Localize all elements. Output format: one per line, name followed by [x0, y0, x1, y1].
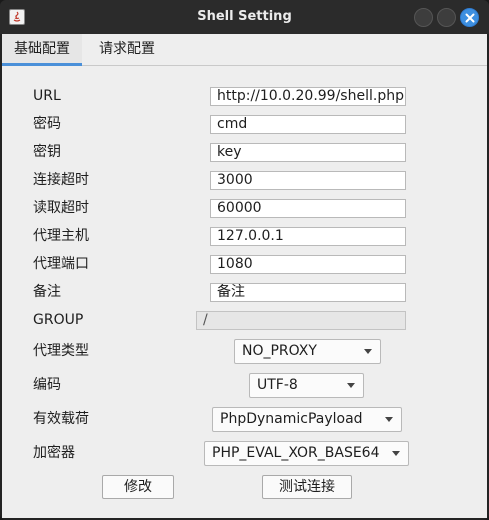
group-label: GROUP — [33, 312, 84, 328]
encoding-dropdown[interactable]: UTF-8 — [249, 373, 364, 398]
minimize-button[interactable] — [414, 8, 433, 27]
payload-dropdown[interactable]: PhpDynamicPayload — [212, 407, 402, 432]
read-timeout-label: 读取超时 — [33, 200, 89, 216]
proxy-type-value: NO_PROXY — [242, 343, 317, 359]
connect-timeout-label: 连接超时 — [33, 172, 89, 188]
password-field[interactable]: cmd — [210, 115, 406, 134]
test-connection-button[interactable]: 测试连接 — [262, 475, 352, 499]
title-bar[interactable]: Shell Setting — [0, 0, 489, 34]
tab-request-config[interactable]: 请求配置 — [87, 34, 167, 66]
proxy-port-field[interactable]: 1080 — [210, 255, 406, 274]
cryption-dropdown[interactable]: PHP_EVAL_XOR_BASE64 — [204, 441, 409, 466]
proxy-host-field[interactable]: 127.0.0.1 — [210, 227, 406, 246]
close-button[interactable] — [460, 8, 479, 27]
remark-field[interactable]: 备注 — [210, 283, 406, 302]
chevron-down-icon — [392, 451, 400, 456]
group-field: / — [196, 311, 406, 330]
connect-timeout-field[interactable]: 3000 — [210, 171, 406, 190]
settings-panel: 基础配置 请求配置 URL http://10.0.20.99/shell.ph… — [2, 34, 487, 518]
proxy-type-dropdown[interactable]: NO_PROXY — [234, 339, 381, 364]
secret-key-field[interactable]: key — [210, 143, 406, 162]
url-field[interactable]: http://10.0.20.99/shell.php — [210, 87, 406, 106]
close-icon — [465, 13, 475, 23]
tab-basic-config[interactable]: 基础配置 — [2, 34, 82, 66]
cryption-value: PHP_EVAL_XOR_BASE64 — [212, 445, 380, 461]
password-label: 密码 — [33, 116, 61, 132]
tab-bar: 基础配置 请求配置 — [2, 34, 487, 66]
shell-setting-window: Shell Setting 基础配置 请求配置 URL http://10.0.… — [0, 0, 489, 520]
encoding-label: 编码 — [33, 377, 61, 393]
payload-value: PhpDynamicPayload — [220, 411, 363, 427]
modify-button[interactable]: 修改 — [102, 475, 174, 499]
url-label: URL — [33, 88, 61, 104]
read-timeout-field[interactable]: 60000 — [210, 199, 406, 218]
encoding-value: UTF-8 — [257, 377, 298, 393]
payload-label: 有效载荷 — [33, 411, 89, 427]
cryption-label: 加密器 — [33, 445, 75, 461]
proxy-port-label: 代理端口 — [33, 256, 89, 272]
proxy-host-label: 代理主机 — [33, 228, 89, 244]
secret-key-label: 密钥 — [33, 144, 61, 160]
remark-label: 备注 — [33, 284, 61, 300]
chevron-down-icon — [347, 383, 355, 388]
proxy-type-label: 代理类型 — [33, 343, 89, 359]
chevron-down-icon — [385, 417, 393, 422]
maximize-button[interactable] — [437, 8, 456, 27]
chevron-down-icon — [364, 349, 372, 354]
